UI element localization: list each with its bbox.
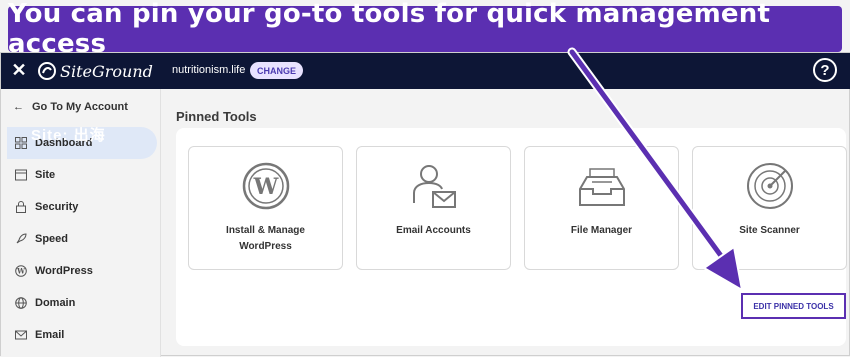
- sidebar-item-wordpress[interactable]: W WordPress: [7, 255, 157, 287]
- grid-icon: [15, 137, 27, 149]
- back-link-label: Go To My Account: [32, 101, 128, 113]
- sidebar-item-domain[interactable]: Domain: [7, 287, 157, 319]
- rocket-icon: [15, 233, 27, 245]
- siteground-app: ✕ SiteGround nutritionism.life CHANGE ? …: [0, 52, 850, 357]
- sidebar-item-security[interactable]: Security: [7, 191, 157, 223]
- sidebar-item-label: Site: [35, 169, 56, 181]
- siteground-logo[interactable]: SiteGround: [37, 59, 153, 83]
- top-bar: ✕ SiteGround nutritionism.life CHANGE ?: [1, 53, 850, 89]
- site-icon: [15, 169, 27, 181]
- tool-card-label: File Manager: [570, 225, 633, 236]
- help-icon[interactable]: ?: [813, 58, 837, 82]
- svg-text:W: W: [252, 174, 278, 200]
- lock-icon: [15, 201, 27, 213]
- annotation-banner: You can pin your go-to tools for quick m…: [8, 0, 842, 59]
- go-to-my-account-link[interactable]: ← Go To My Account: [13, 101, 128, 113]
- file-manager-icon: [578, 168, 625, 206]
- close-icon[interactable]: ✕: [11, 60, 27, 81]
- change-site-button[interactable]: CHANGE: [250, 62, 304, 79]
- arrow-left-icon: ←: [13, 101, 24, 113]
- email-accounts-icon: [412, 165, 456, 208]
- svg-text:W: W: [16, 267, 25, 276]
- pinned-tools-title: Pinned Tools: [176, 109, 257, 124]
- tool-card-email-accounts[interactable]: Email Accounts: [356, 146, 511, 270]
- radar-icon: [746, 163, 793, 209]
- tool-card-label: Install & Manage WordPress: [226, 225, 305, 252]
- site-name: nutritionism.life: [172, 64, 246, 76]
- mail-icon: [15, 329, 27, 341]
- tool-card-label: Site Scanner: [739, 225, 800, 236]
- sidebar-item-label: Speed: [35, 233, 69, 245]
- edit-pinned-tools-button[interactable]: EDIT PINNED TOOLS: [741, 293, 846, 319]
- sidebar-item-email[interactable]: Email: [7, 319, 157, 351]
- logo-text: SiteGround: [60, 61, 153, 81]
- sidebar-item-label: Domain: [35, 297, 76, 309]
- banner-text: You can pin your go-to tools for quick m…: [8, 0, 771, 59]
- overlay-glitch-text: Site: 出海: [31, 127, 106, 144]
- globe-icon: [15, 297, 27, 309]
- sidebar-item-label: Email: [35, 329, 65, 341]
- tool-card-file-manager[interactable]: File Manager: [524, 146, 679, 270]
- siteground-logo-icon: [38, 62, 56, 80]
- sidebar-item-speed[interactable]: Speed: [7, 223, 157, 255]
- sidebar-item-site[interactable]: Site: [7, 159, 157, 191]
- sidebar-item-label: Security: [35, 201, 79, 213]
- tool-card-label: Email Accounts: [396, 225, 471, 236]
- wordpress-icon: W: [242, 162, 289, 210]
- tool-card-site-scanner[interactable]: Site Scanner: [692, 146, 847, 270]
- wordpress-icon: W: [15, 265, 27, 277]
- sidebar-item-label: WordPress: [35, 265, 93, 277]
- tool-card-wordpress[interactable]: W Install & Manage WordPress: [188, 146, 343, 270]
